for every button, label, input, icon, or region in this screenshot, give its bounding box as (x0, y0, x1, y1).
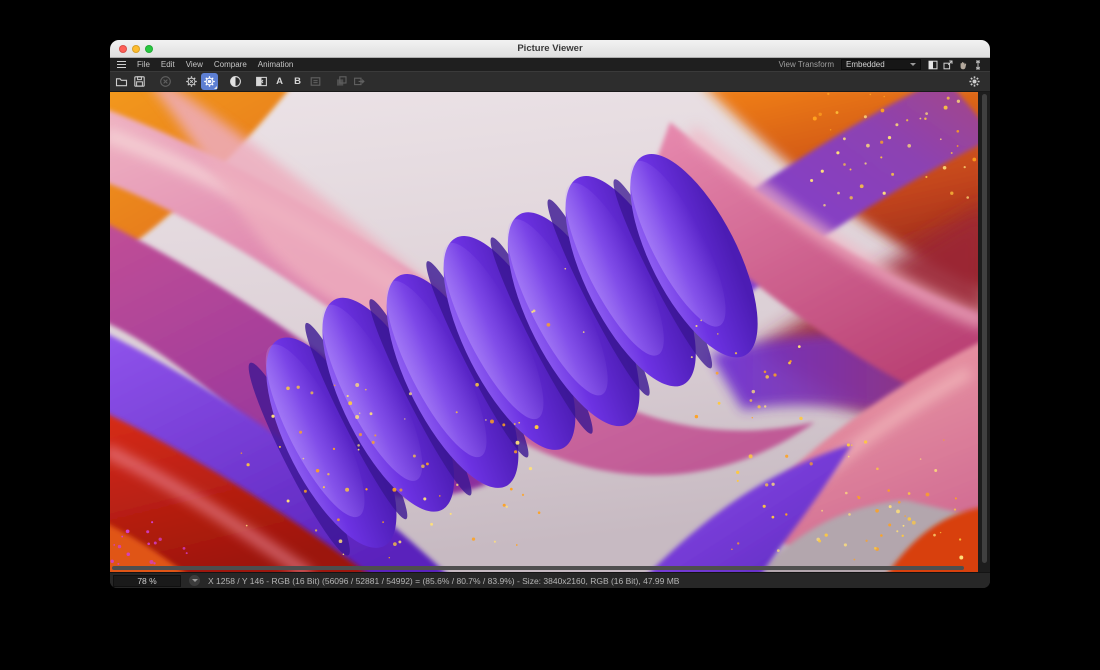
menu-compare[interactable]: Compare (214, 60, 247, 69)
traffic-lights (110, 45, 153, 53)
version-b-label: B (294, 76, 301, 87)
window-title: Picture Viewer (110, 43, 990, 54)
zoom-level-field[interactable]: 78 % (113, 575, 181, 587)
copy-button (333, 73, 350, 90)
picture-viewer-window: Picture Viewer File Edit View Compare An… (110, 40, 990, 588)
statusbar: 78 % X 1258 / Y 146 - RGB (16 Bit) (5609… (110, 572, 990, 588)
contrast-circle-icon (229, 75, 242, 88)
swap-vertical-icon[interactable] (973, 60, 983, 70)
compare-split-button[interactable] (253, 73, 270, 90)
menu-view[interactable]: View (186, 60, 203, 69)
vertical-scrollbar[interactable] (982, 94, 987, 563)
folder-icon (115, 75, 128, 88)
version-a-button[interactable]: A (271, 73, 288, 90)
minimize-button[interactable] (132, 45, 140, 53)
close-button[interactable] (119, 45, 127, 53)
copy-icon (335, 75, 348, 88)
menubar: File Edit View Compare Animation View Tr… (110, 58, 990, 71)
chevron-down-icon (910, 63, 916, 66)
split-compare-icon (255, 75, 268, 88)
split-view-icon[interactable] (928, 60, 938, 70)
link-ab-button (307, 73, 324, 90)
version-b-button[interactable]: B (289, 73, 306, 90)
view-transform-select[interactable]: Embedded (841, 59, 921, 70)
gear-x-icon (185, 75, 198, 88)
open-folder-button[interactable] (113, 73, 130, 90)
toolbar: A B (110, 71, 990, 92)
contrast-button[interactable] (227, 73, 244, 90)
image-viewport[interactable] (110, 92, 990, 572)
chevron-down-icon (192, 579, 198, 582)
version-a-label: A (276, 76, 283, 87)
convert-gear-icon (968, 75, 981, 88)
convert-settings-button[interactable] (966, 73, 983, 90)
export-button (351, 73, 368, 90)
rendered-image (110, 92, 978, 572)
menu-animation[interactable]: Animation (258, 60, 294, 69)
zoom-dropdown-button[interactable] (189, 575, 200, 586)
view-transform-label: View Transform (779, 60, 834, 69)
filter-enabled-button[interactable] (201, 73, 218, 90)
menu-edit[interactable]: Edit (161, 60, 175, 69)
link-box-icon (309, 75, 322, 88)
view-transform-value: Embedded (846, 60, 885, 69)
filter-settings-button[interactable] (183, 73, 200, 90)
floppy-disk-icon (133, 75, 146, 88)
horizontal-scrollbar[interactable] (112, 566, 964, 570)
menu-file[interactable]: File (137, 60, 150, 69)
cancel-render-button (157, 73, 174, 90)
detach-window-icon[interactable] (943, 60, 953, 70)
hamburger-menu-icon[interactable] (117, 61, 126, 68)
x-circle-icon (159, 75, 172, 88)
gear-lines-icon (203, 75, 216, 88)
hand-tool-icon[interactable] (958, 60, 968, 70)
titlebar: Picture Viewer (110, 40, 990, 58)
pixel-info-text: X 1258 / Y 146 - RGB (16 Bit) (56096 / 5… (208, 576, 679, 586)
save-button[interactable] (131, 73, 148, 90)
zoom-button[interactable] (145, 45, 153, 53)
box-arrow-icon (353, 75, 366, 88)
